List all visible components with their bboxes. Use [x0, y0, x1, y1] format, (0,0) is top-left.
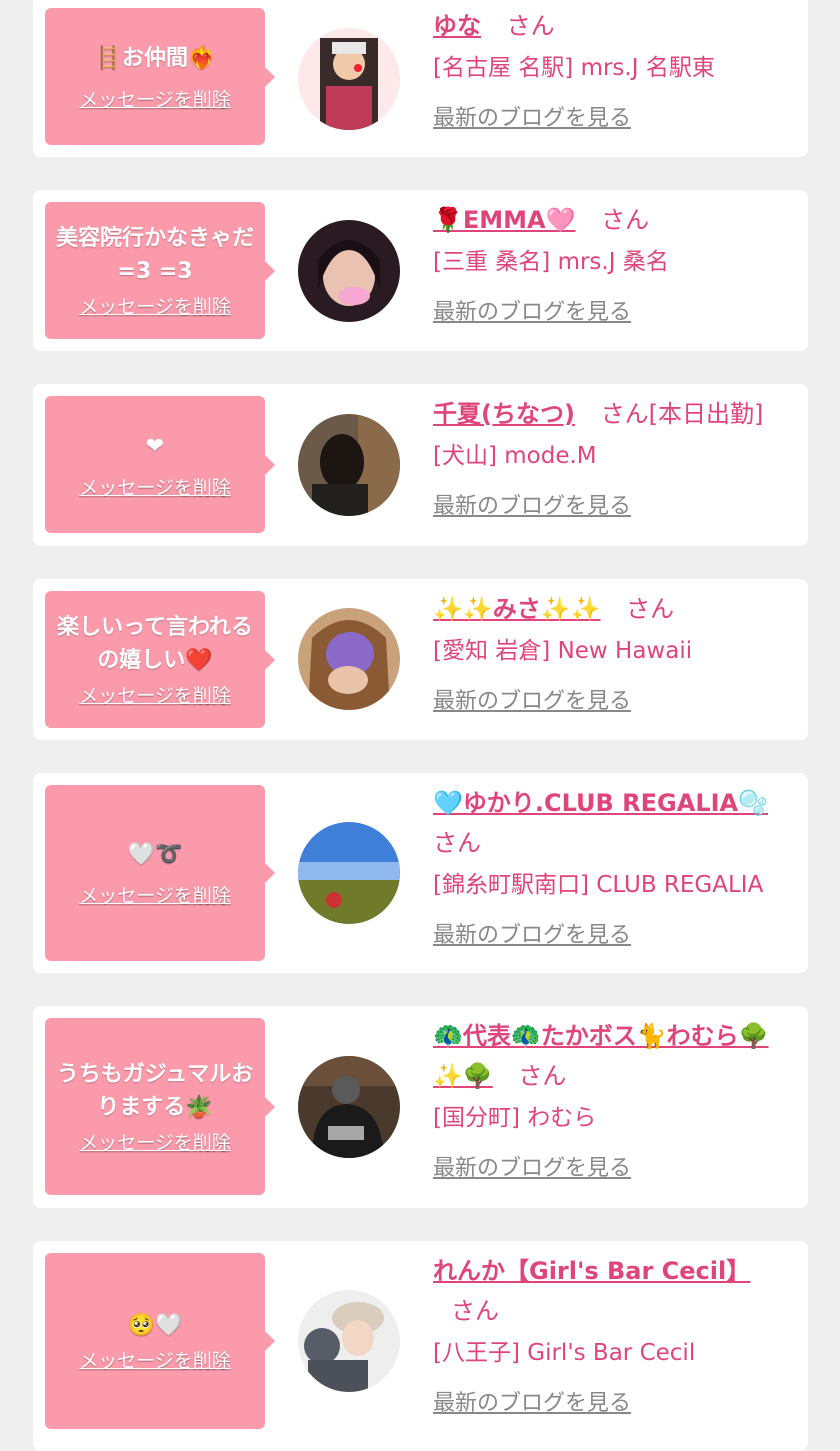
latest-blog-link[interactable]: 最新のブログを見る: [433, 683, 631, 715]
member-name-link[interactable]: 千夏(ちなつ): [433, 400, 575, 428]
honorific: さん: [451, 1297, 499, 1325]
message-text: 楽しいって言われるの嬉しい❤️: [57, 615, 253, 673]
message-text: 🤍➰: [127, 842, 183, 867]
avatar[interactable]: [298, 822, 400, 924]
list-item: 🤍➰ メッセージを削除 🩵ゆかり.CLUB REGALIA🫧 さん [錦糸町駅南…: [33, 773, 808, 973]
message-text: 🥺🤍: [127, 1313, 183, 1338]
member-name-link[interactable]: 🩵ゆかり.CLUB REGALIA🫧: [433, 789, 768, 817]
honorific: さん: [506, 12, 555, 40]
message-bubble: 🪜お仲間❤️‍🔥 メッセージを削除: [45, 8, 275, 145]
honorific: さん: [601, 206, 650, 234]
delete-message-link[interactable]: メッセージを削除: [79, 1346, 231, 1373]
latest-blog-link[interactable]: 最新のブログを見る: [433, 1150, 631, 1182]
message-bubble: うちもガジュマルおりまする🪴 メッセージを削除: [45, 1018, 275, 1195]
latest-blog-link[interactable]: 最新のブログを見る: [433, 1385, 631, 1417]
delete-message-link[interactable]: メッセージを削除: [79, 881, 231, 908]
list-item: 🥺🤍 メッセージを削除 れんか【Girl's Bar Cecil】 さん [八王…: [33, 1241, 808, 1451]
shop-label: [錦糸町駅南口] CLUB REGALIA: [433, 872, 764, 898]
member-name-link[interactable]: ✨✨みさ✨✨: [433, 595, 601, 623]
message-text: ❤: [145, 433, 165, 459]
list-item: 🪜お仲間❤️‍🔥 メッセージを削除 ゆな さん [名古屋 名駅] mrs.J 名…: [33, 0, 808, 157]
avatar[interactable]: [298, 1056, 400, 1158]
member-name-line: 千夏(ちなつ) さん[本日出勤]: [433, 394, 790, 434]
delete-message-link[interactable]: メッセージを削除: [79, 85, 231, 112]
shop-label: [国分町] わむら: [433, 1105, 597, 1131]
avatar[interactable]: [298, 1290, 400, 1392]
member-name-link[interactable]: 🦚代表🦚たかボス🐈わむら🌳✨🌳: [433, 1022, 769, 1090]
latest-blog-link[interactable]: 最新のブログを見る: [433, 294, 631, 326]
avatar[interactable]: [298, 220, 400, 322]
message-bubble: 楽しいって言われるの嬉しい❤️ メッセージを削除: [45, 591, 275, 728]
honorific: さん: [518, 1062, 567, 1090]
latest-blog-link[interactable]: 最新のブログを見る: [433, 488, 631, 520]
avatar[interactable]: [298, 28, 400, 130]
member-name-line: 🦚代表🦚たかボス🐈わむら🌳✨🌳 さん: [433, 1016, 790, 1096]
latest-blog-link[interactable]: 最新のブログを見る: [433, 100, 631, 132]
member-name-line: れんか【Girl's Bar Cecil】 さん: [433, 1251, 790, 1331]
message-text: 🪜お仲間❤️‍🔥: [94, 45, 216, 71]
delete-message-link[interactable]: メッセージを削除: [79, 681, 231, 708]
list-item: 美容院行かなきゃだ=3 =3 メッセージを削除 🌹EMMA🩷 さん [三重 桑名…: [33, 190, 808, 351]
honorific: さん: [626, 595, 675, 623]
message-text: うちもガジュマルおりまする🪴: [56, 1062, 254, 1120]
member-name-link[interactable]: ゆな: [433, 12, 481, 40]
message-bubble: ❤ メッセージを削除: [45, 396, 275, 533]
delete-message-link[interactable]: メッセージを削除: [79, 473, 231, 500]
favorite-list: 🪜お仲間❤️‍🔥 メッセージを削除 ゆな さん [名古屋 名駅] mrs.J 名…: [0, 0, 840, 1451]
message-bubble: 美容院行かなきゃだ=3 =3 メッセージを削除: [45, 202, 275, 339]
member-name-link[interactable]: れんか【Girl's Bar Cecil】: [433, 1257, 750, 1285]
list-item: ❤ メッセージを削除 千夏(ちなつ) さん[本日出勤] [犬山] mode.M …: [33, 384, 808, 546]
shop-label: [犬山] mode.M: [433, 443, 597, 469]
member-name-line: ゆな さん: [433, 6, 790, 46]
shop-label: [名古屋 名駅] mrs.J 名駅東: [433, 55, 715, 81]
delete-message-link[interactable]: メッセージを削除: [79, 292, 231, 319]
avatar[interactable]: [298, 608, 400, 710]
shop-label: [八王子] Girl's Bar Cecil: [433, 1340, 696, 1366]
member-name-line: 🩵ゆかり.CLUB REGALIA🫧 さん: [433, 783, 790, 863]
list-item: うちもガジュマルおりまする🪴 メッセージを削除 🦚代表🦚たかボス🐈わむら🌳✨🌳 …: [33, 1006, 808, 1208]
avatar[interactable]: [298, 414, 400, 516]
shop-label: [愛知 岩倉] New Hawaii: [433, 638, 693, 664]
latest-blog-link[interactable]: 最新のブログを見る: [433, 917, 631, 949]
member-name-line: 🌹EMMA🩷 さん: [433, 200, 790, 240]
shop-label: [三重 桑名] mrs.J 桑名: [433, 249, 669, 275]
honorific: さん: [433, 829, 481, 857]
message-bubble: 🤍➰ メッセージを削除: [45, 785, 275, 961]
list-item: 楽しいって言われるの嬉しい❤️ メッセージを削除 ✨✨みさ✨✨ さん [愛知 岩…: [33, 579, 808, 740]
member-name-link[interactable]: 🌹EMMA🩷: [433, 206, 576, 234]
message-text: 美容院行かなきゃだ=3 =3: [55, 226, 254, 284]
delete-message-link[interactable]: メッセージを削除: [79, 1128, 231, 1155]
message-bubble: 🥺🤍 メッセージを削除: [45, 1253, 275, 1429]
honorific: さん[本日出勤]: [600, 400, 764, 428]
member-name-line: ✨✨みさ✨✨ さん: [433, 589, 790, 629]
